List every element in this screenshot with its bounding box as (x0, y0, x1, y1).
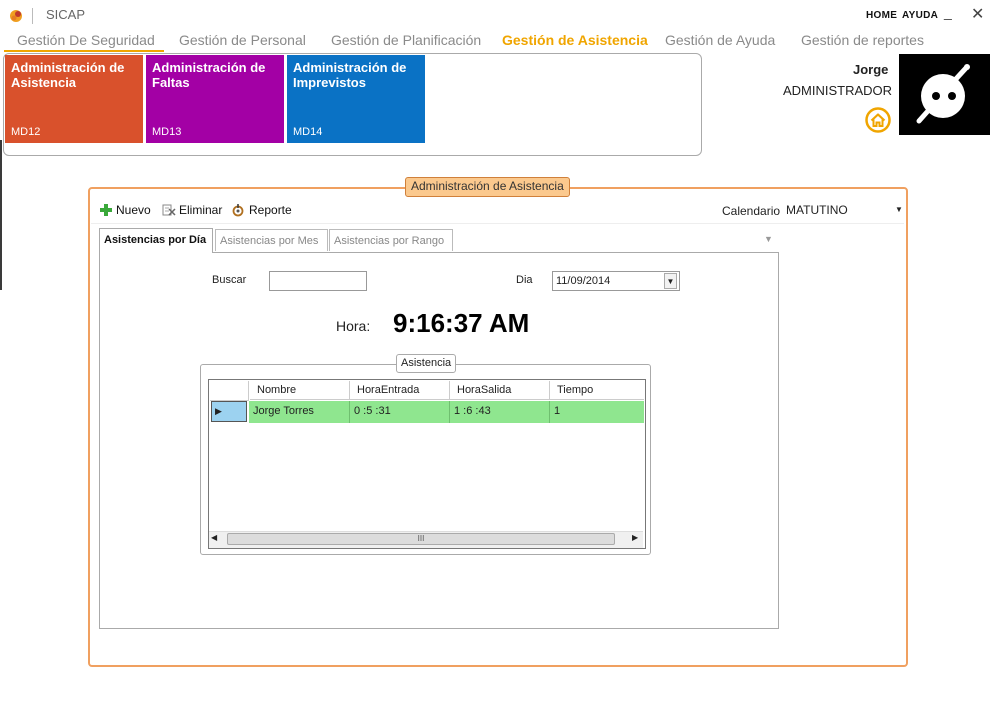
search-label: Buscar (212, 274, 247, 286)
time-label: Hora: (336, 318, 371, 334)
scroll-left-icon[interactable]: ◀ (211, 533, 217, 542)
scrollbar-thumb[interactable]: III (227, 533, 615, 545)
avatar-icon (899, 54, 990, 135)
delete-icon (162, 204, 176, 216)
plus-icon (100, 204, 112, 216)
delete-button-label: Eliminar (179, 203, 223, 217)
table-cell-tiempo[interactable]: 1 (550, 401, 644, 423)
chevron-down-icon[interactable]: ▼ (664, 273, 677, 289)
delete-button[interactable]: Eliminar (161, 203, 222, 217)
title-separator (32, 8, 33, 24)
tile-administracion-imprevistos[interactable]: Administración de Imprevistos MD14 (287, 55, 425, 143)
tile-administracion-asistencia[interactable]: Administración de Asistencia MD12 (5, 55, 143, 143)
home-icon[interactable] (865, 107, 891, 133)
report-icon (232, 204, 244, 217)
search-input[interactable] (269, 271, 367, 291)
time-value: 9:16:37 AM (393, 308, 530, 338)
tile-administracion-faltas[interactable]: Administración de Faltas MD13 (146, 55, 284, 143)
tab-asistencias-mes[interactable]: Asistencias por Mes (215, 229, 328, 251)
menu-item-reportes[interactable]: Gestión de reportes (801, 32, 924, 48)
menu-underline (4, 50, 164, 52)
day-date-picker[interactable]: 11/09/2014 (552, 271, 680, 291)
chevron-down-icon[interactable]: ▼ (895, 205, 903, 214)
tile-code: MD13 (152, 126, 182, 138)
tile-code: MD14 (293, 126, 323, 138)
column-header-hora-entrada[interactable]: HoraEntrada (350, 381, 450, 400)
report-button-label: Reporte (249, 203, 292, 217)
tabs-chevron-down-icon[interactable]: ▼ (764, 234, 773, 244)
scroll-right-icon[interactable]: ▶ (632, 533, 638, 542)
menu-item-planificacion[interactable]: Gestión de Planificación (331, 32, 481, 48)
tile-title: Administración de Imprevistos (293, 60, 407, 90)
tile-code: MD12 (11, 126, 41, 138)
minimize-button[interactable]: _ (944, 4, 958, 20)
column-header-nombre[interactable]: Nombre (250, 381, 350, 400)
column-header-tiempo[interactable]: Tiempo (550, 381, 644, 400)
user-role: ADMINISTRADOR (783, 83, 893, 98)
new-button[interactable]: Nuevo (99, 203, 151, 217)
menu-item-asistencia[interactable]: Gestión de Asistencia (502, 32, 648, 48)
day-label: Dia (516, 274, 533, 286)
row-pointer-icon: ▶ (215, 406, 222, 416)
table-cell-nombre[interactable]: Jorge Torres (249, 401, 350, 423)
table-cell-hora-entrada[interactable]: 0 :5 :31 (350, 401, 450, 423)
help-link[interactable]: AYUDA (902, 10, 938, 21)
window-edge (0, 140, 2, 290)
app-title: SICAP (46, 7, 86, 22)
column-header-hora-salida[interactable]: HoraSalida (450, 381, 550, 400)
tile-title: Administración de Faltas (152, 60, 266, 90)
asistencia-group-title: Asistencia (396, 354, 457, 373)
menu-item-ayuda[interactable]: Gestión de Ayuda (665, 32, 775, 48)
new-button-label: Nuevo (116, 203, 151, 217)
tile-title: Administración de Asistencia (11, 60, 125, 90)
table-cell-hora-salida[interactable]: 1 :6 :43 (450, 401, 550, 423)
menu-item-personal[interactable]: Gestión de Personal (179, 32, 306, 48)
tab-asistencias-rango[interactable]: Asistencias por Rango (329, 229, 453, 251)
calendar-label: Calendario (722, 204, 781, 218)
user-name: Jorge (853, 62, 889, 77)
close-button[interactable]: ✕ (971, 4, 985, 23)
app-logo-icon (8, 8, 24, 24)
report-button[interactable]: Reporte (231, 203, 292, 217)
panel-title: Administración de Asistencia (405, 177, 570, 197)
calendar-select[interactable]: MATUTINO (786, 203, 904, 219)
menu-item-seguridad[interactable]: Gestión De Seguridad (17, 32, 155, 48)
grid-header-corner (210, 381, 249, 401)
home-link[interactable]: HOME (866, 10, 897, 21)
tab-asistencias-dia[interactable]: Asistencias por Día (99, 228, 213, 253)
